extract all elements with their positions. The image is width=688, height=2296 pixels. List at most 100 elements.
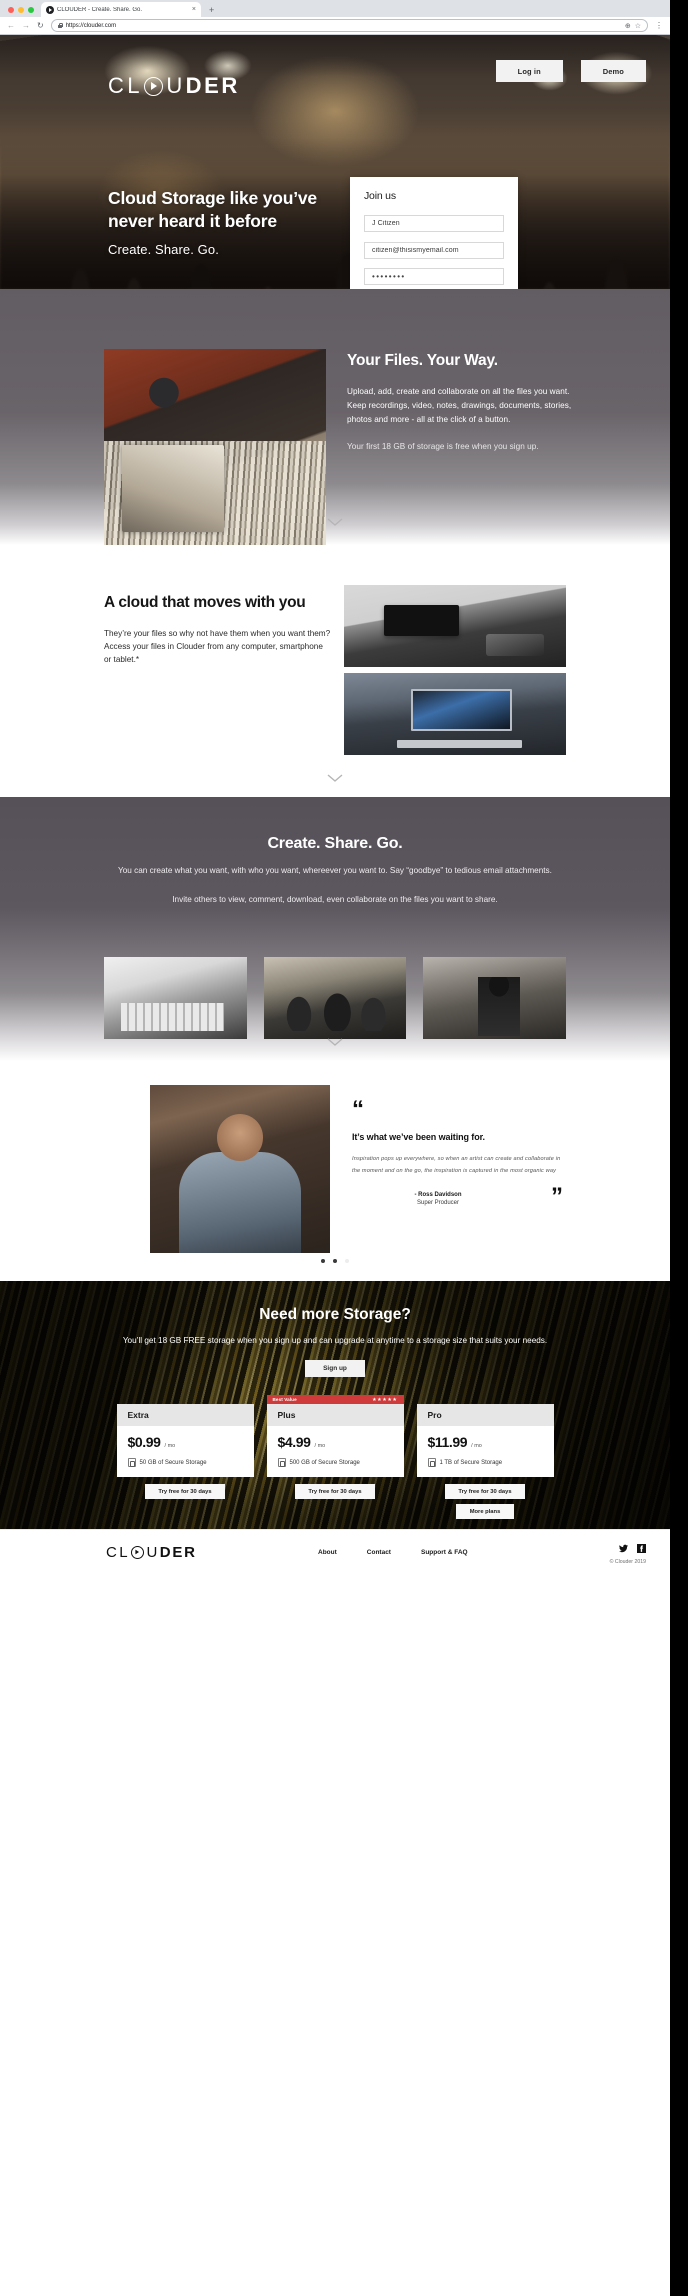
testimonial-attribution: - Ross Davidson Super Producer [352,1192,562,1206]
your-files-body-secondary: Your first 18 GB of storage is free when… [347,442,539,452]
carousel-dot-3[interactable] [345,1259,349,1263]
create-share-go-section: Create. Share. Go. You can create what y… [0,797,670,1061]
zoom-icon[interactable]: ⊕ [625,22,631,30]
footer-link-contact[interactable]: Contact [367,1549,391,1556]
pricing-signup-button[interactable]: Sign up [305,1360,365,1378]
create-share-go-body: You can create what you want, with who y… [118,866,552,875]
headphones-commuter-photo [423,957,567,1039]
footer-logo-part1: CL [106,1543,130,1561]
footer-link-about[interactable]: About [318,1549,337,1556]
pricing-section: Need more Storage? You’ll get 18 GB FREE… [0,1281,670,1529]
quote-close-icon: ” [551,1182,563,1210]
logo-text-part1: CL [108,73,143,98]
plan-period: / mo [471,1443,482,1450]
scroll-down-indicator-3[interactable] [0,1038,670,1047]
card-badge-bar: Best Value ★★★★★ [266,1395,404,1405]
pricing-heading: Need more Storage? [259,1306,411,1323]
scroll-down-indicator-1[interactable] [0,518,670,527]
url-text: https://clouder.com [65,22,117,29]
quote-open-icon: “ [352,1096,364,1123]
secure-lock-icon [427,1458,436,1468]
testimonial-content: “ It’s what we’ve been waiting for. Insp… [352,1096,563,1210]
browser-chrome: CLOUDER - Create. Share. Go. × + ← → ↻ h… [0,0,670,35]
plan-storage: 50 GB of Secure Storage [139,1459,207,1466]
testimonial-body: Inspiration pops up everywhere, so when … [352,1156,561,1174]
testimonial-role: Super Producer [416,1200,460,1207]
footer-divider [0,1529,670,1530]
card-badge-bar [417,1395,554,1404]
logo-text-part3: DER [185,73,240,98]
name-field[interactable] [364,215,504,232]
password-field[interactable] [364,268,504,285]
email-field[interactable] [364,242,504,259]
login-button[interactable]: Log in [495,60,563,82]
your-files-body: Upload, add, create and collaborate on a… [347,386,572,424]
forward-button[interactable]: → [22,21,30,30]
bookmark-star-icon[interactable]: ☆ [635,22,641,30]
your-files-heading: Your Files. Your Way. [347,352,498,369]
address-bar[interactable]: https://clouder.com ⊕ ☆ [50,19,648,32]
plan-storage: 500 GB of Secure Storage [289,1459,360,1466]
secure-lock-icon [127,1458,136,1468]
cloud-moves-body: They’re your files so why not have them … [104,628,331,665]
your-files-copy: Your Files. Your Way. Upload, add, creat… [347,351,573,454]
plan-period: / mo [164,1443,176,1450]
footer-social [619,1540,646,1553]
pricing-card-extra: Extra $0.99 / mo 50 GB of Secure Storage… [116,1395,254,1519]
star-rating-icon: ★★★★★ [372,1396,398,1403]
cloud-moves-copy: A cloud that moves with you They’re your… [104,593,332,667]
carousel-dot-1[interactable] [321,1259,325,1263]
pricing-card-pro: Pro $11.99 / mo 1 TB of Secure Storage T… [416,1395,554,1520]
footer-link-support[interactable]: Support & FAQ [421,1549,468,1556]
carousel-dots[interactable] [0,1259,670,1263]
try-free-button[interactable]: Try free for 30 days [145,1484,225,1500]
signup-title: Join us [364,190,396,202]
producer-portrait-photo [150,1085,330,1253]
chevron-down-icon[interactable] [327,774,343,783]
lock-icon [57,23,63,28]
site-logo[interactable]: CL U DER [108,75,240,97]
desk-devices-photo [344,585,566,667]
hero-subheadline: Create. Share. Go. [108,242,219,258]
chevron-down-icon[interactable] [327,1038,343,1047]
plan-name: Extra [116,1404,254,1427]
twitter-icon[interactable] [619,1540,628,1553]
back-button[interactable]: ← [7,21,15,30]
hero-nav: Log in Demo [495,60,646,82]
testimonial-author: - Ross Davidson [414,1192,462,1199]
hero-headline: Cloud Storage like you’ve never heard it… [108,188,317,232]
more-plans-button[interactable]: More plans [455,1504,515,1520]
minimize-window-button[interactable] [18,7,24,13]
chevron-down-icon[interactable] [327,518,343,527]
new-tab-button[interactable]: + [201,5,222,17]
try-free-button[interactable]: Try free for 30 days [445,1484,525,1500]
plan-price: $4.99 [277,1434,311,1451]
facebook-icon[interactable] [637,1540,646,1553]
window-controls[interactable] [6,7,41,17]
plan-storage: 1 TB of Secure Storage [439,1459,503,1466]
signup-card: Join us Click here to indicate that you … [350,177,518,289]
page-root: CLOUDER - Create. Share. Go. × + ← → ↻ h… [0,0,670,2296]
carousel-dot-2[interactable] [333,1259,337,1263]
plan-period: / mo [314,1443,326,1450]
close-tab-icon[interactable]: × [192,6,196,13]
try-free-button[interactable]: Try free for 30 days [295,1484,375,1500]
plan-name: Pro [416,1404,554,1427]
vinyl-record-photo [104,349,326,567]
reload-button[interactable]: ↻ [37,21,44,30]
create-share-go-gallery [104,957,567,1039]
footer-logo-part2: U [146,1543,160,1561]
demo-button[interactable]: Demo [580,60,646,82]
browser-menu-icon[interactable]: ⋮ [655,21,663,30]
plan-price: $0.99 [127,1434,161,1451]
close-window-button[interactable] [8,7,14,13]
cloud-moves-heading: A cloud that moves with you [104,594,306,611]
scroll-down-indicator-2[interactable] [0,774,670,783]
browser-tab[interactable]: CLOUDER - Create. Share. Go. × [41,2,201,17]
best-value-badge: Best Value [272,1397,297,1403]
plan-price: $11.99 [427,1434,468,1451]
testimonial-headline: It’s what we’ve been waiting for. [352,1132,485,1143]
maximize-window-button[interactable] [28,7,34,13]
footer-logo[interactable]: CL U DER [106,1545,197,1560]
pricing-body: You’ll get 18 GB FREE storage when you s… [122,1336,548,1345]
